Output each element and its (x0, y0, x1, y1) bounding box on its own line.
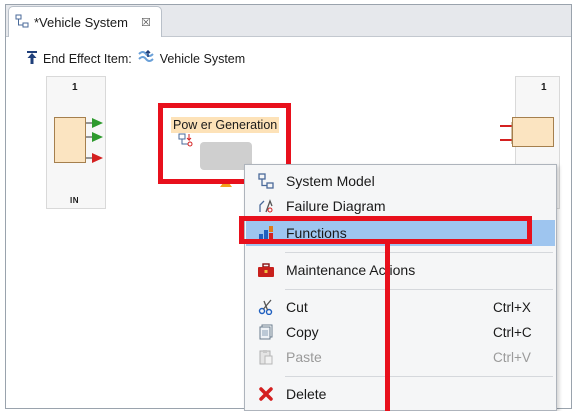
tab-vehicle-system[interactable]: *Vehicle System ☒ (8, 6, 162, 37)
menu-item-delete[interactable]: Delete (246, 381, 555, 407)
menu-separator (285, 376, 553, 377)
right-block-body (512, 117, 554, 147)
copy-icon (246, 324, 286, 340)
left-block-body (54, 117, 86, 163)
callout-line (385, 240, 390, 411)
menu-separator (285, 252, 553, 253)
menu-item-system-model[interactable]: System Model (246, 168, 555, 194)
menu-separator (285, 289, 553, 290)
scissors-icon (246, 299, 286, 315)
left-block-port-label: IN (70, 196, 79, 205)
menu-item-maintenance-actions[interactable]: Maintenance Actions (246, 257, 555, 283)
end-effect-item[interactable]: Vehicle System (160, 52, 245, 66)
menu-item-paste[interactable]: Paste Ctrl+V (246, 344, 555, 370)
arrow-up-icon (26, 51, 38, 67)
right-block-number: 1 (541, 82, 547, 93)
paste-icon (246, 349, 286, 365)
menu-label: Failure Diagram (286, 198, 386, 214)
system-model-icon (246, 173, 286, 189)
end-effect-line: End Effect Item: Vehicle System (26, 49, 245, 68)
context-menu: System Model Failure Diagram Functions M… (244, 164, 557, 411)
close-icon[interactable]: ☒ (141, 16, 151, 29)
menu-item-cut[interactable]: Cut Ctrl+X (246, 294, 555, 320)
menu-label: System Model (286, 173, 375, 189)
tab-title: *Vehicle System (34, 14, 128, 30)
toolbox-icon (246, 262, 286, 278)
diagram-icon (15, 14, 29, 31)
system-icon (137, 49, 155, 68)
failure-diagram-icon (246, 198, 286, 214)
delete-icon (246, 386, 286, 402)
left-block-number: 1 (72, 82, 78, 93)
end-effect-label: End Effect Item: (43, 52, 132, 66)
menu-item-copy[interactable]: Copy Ctrl+C (246, 319, 555, 345)
left-block-ports (86, 117, 106, 168)
